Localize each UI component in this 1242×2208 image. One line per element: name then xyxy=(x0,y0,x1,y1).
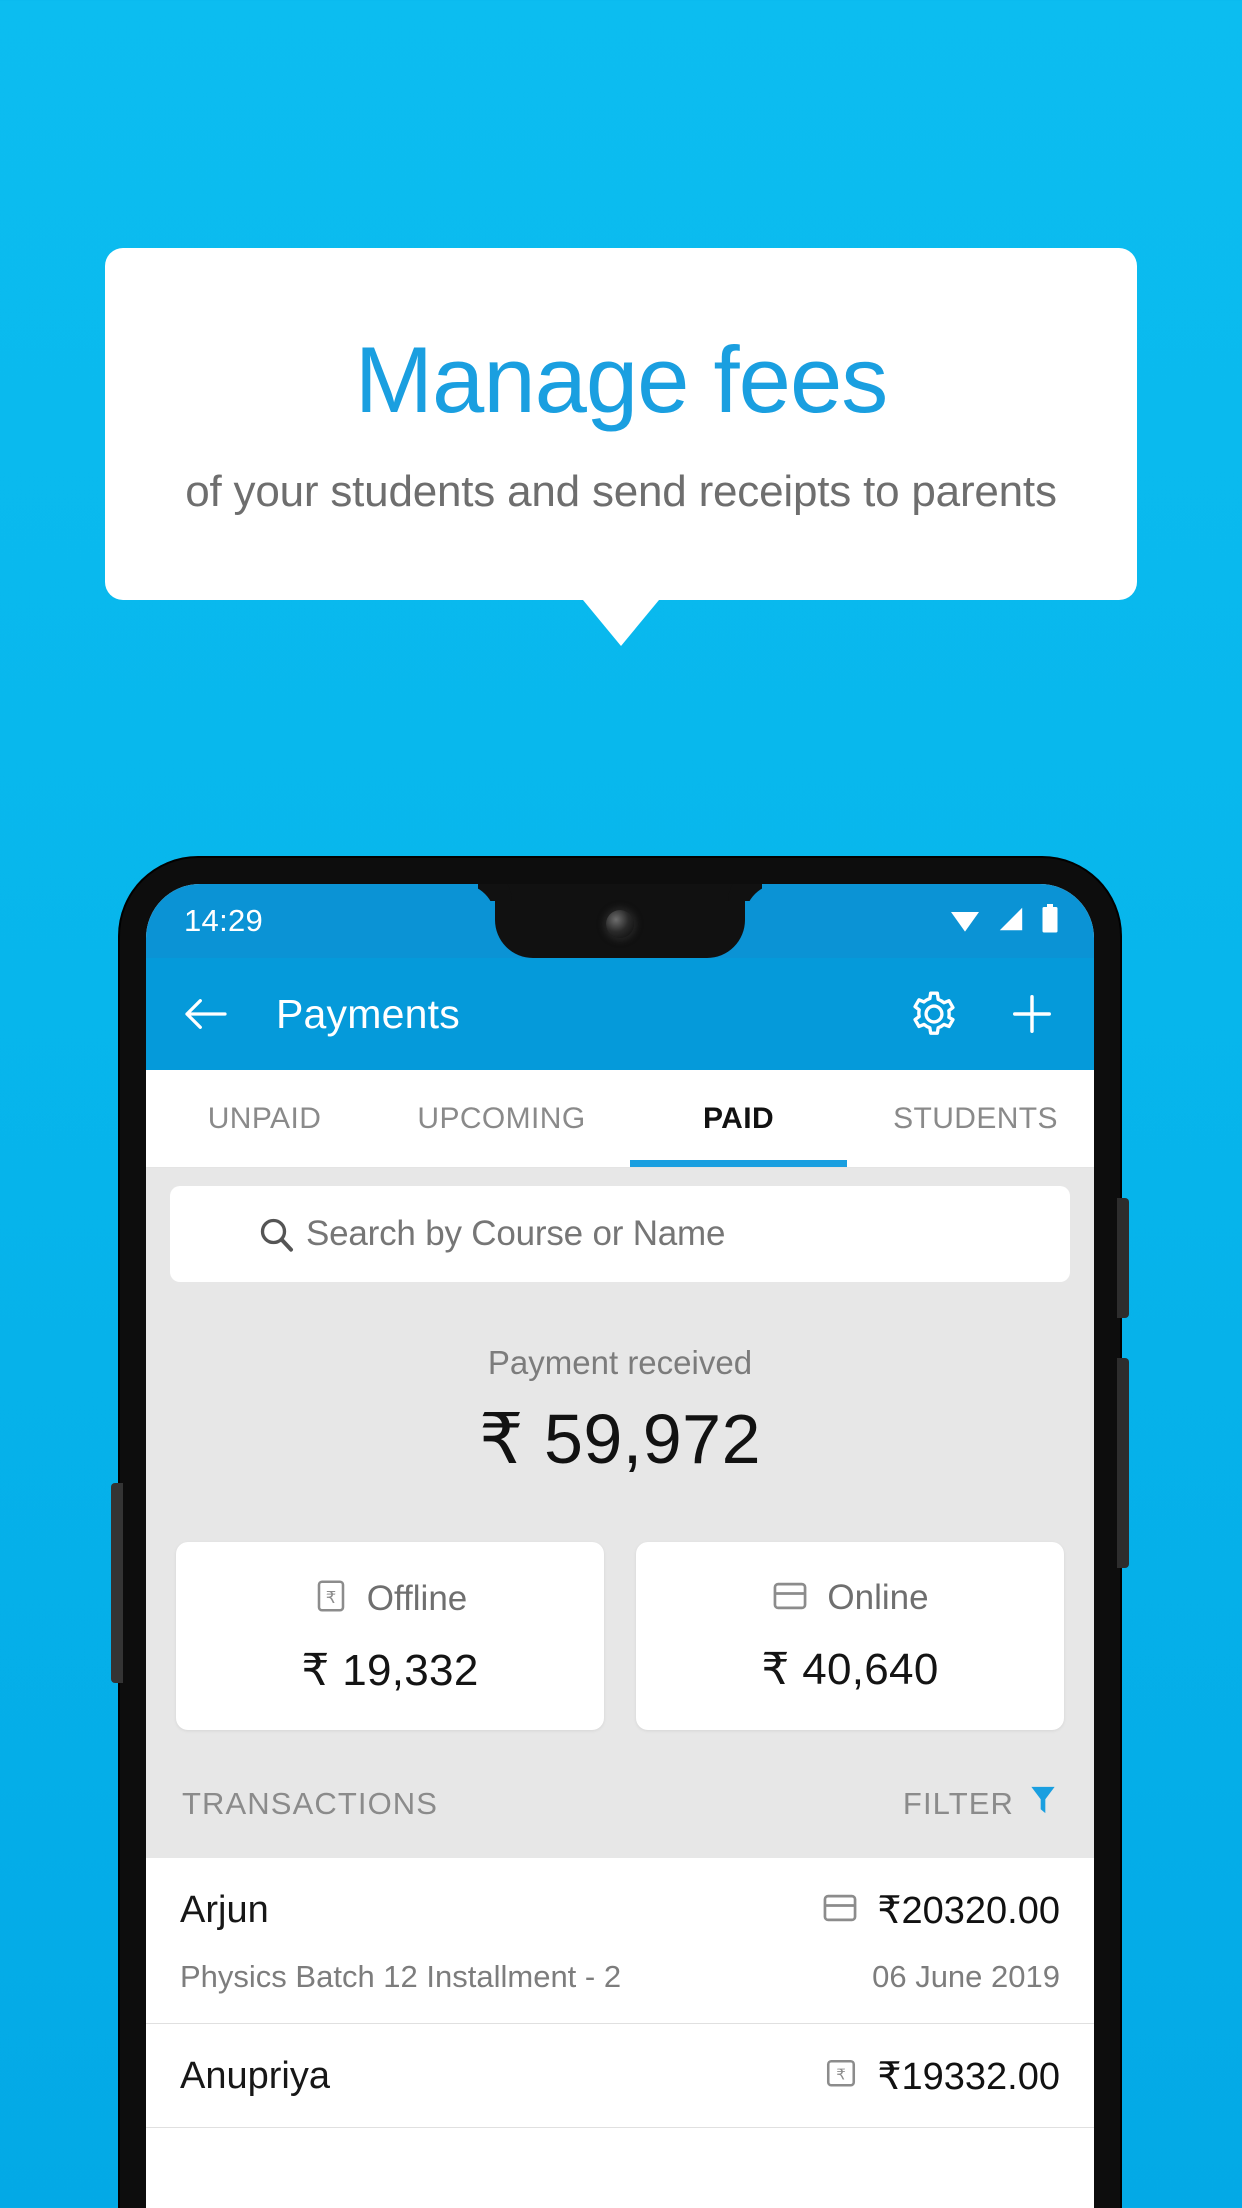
promo-title: Manage fees xyxy=(354,326,888,432)
credit-card-icon xyxy=(821,1891,859,1930)
credit-card-icon xyxy=(771,1579,809,1618)
transaction-date: 06 June 2019 xyxy=(872,1959,1060,1994)
payment-summary: Payment received ₹ 59,972 xyxy=(146,1282,1094,1480)
filter-label: FILTER xyxy=(902,1786,1014,1821)
phone-side-button-right-upper[interactable] xyxy=(1117,1198,1129,1318)
tab-bar: UNPAID UPCOMING PAID STUDENTS xyxy=(146,1070,1094,1168)
table-row[interactable]: Anupriya ₹ ₹19332.00 xyxy=(146,2024,1094,2128)
tab-unpaid[interactable]: UNPAID xyxy=(146,1070,383,1167)
filter-button[interactable]: FILTER xyxy=(903,1784,1058,1824)
table-row[interactable]: Arjun ₹20320.00 Physics Batch 12 Install… xyxy=(146,1858,1094,2024)
tab-upcoming[interactable]: UPCOMING xyxy=(383,1070,620,1167)
transactions-header: TRANSACTIONS FILTER xyxy=(146,1730,1094,1858)
front-camera-icon xyxy=(606,910,634,938)
funnel-icon xyxy=(1028,1784,1058,1824)
status-icons xyxy=(948,903,1060,939)
payment-received-label: Payment received xyxy=(487,1344,753,1381)
payment-method-cards: ₹ Offline ₹ 19,332 Online ₹ 40,640 xyxy=(146,1480,1094,1730)
promo-callout: Manage fees of your students and send re… xyxy=(105,248,1137,600)
phone-side-button-left[interactable] xyxy=(111,1483,123,1683)
offline-card-label: Offline xyxy=(366,1578,468,1618)
promo-callout-tail xyxy=(583,600,659,646)
transactions-list: Arjun ₹20320.00 Physics Batch 12 Install… xyxy=(146,1858,1094,2128)
phone-side-button-right-lower[interactable] xyxy=(1117,1358,1129,1568)
plus-icon[interactable] xyxy=(1004,986,1060,1042)
online-card-label: Online xyxy=(827,1578,929,1617)
svg-text:₹: ₹ xyxy=(837,2066,847,2084)
gear-icon[interactable] xyxy=(906,986,962,1042)
rupee-note-icon: ₹ xyxy=(313,1578,349,1619)
app-bar-title: Payments xyxy=(276,990,460,1037)
phone-screen: 14:29 Payments UNPAID UPCOMING PAID STUD… xyxy=(146,884,1094,2208)
status-bar: 14:29 xyxy=(146,884,1094,958)
payment-received-amount: ₹ 59,972 xyxy=(478,1400,762,1478)
tab-students[interactable]: STUDENTS xyxy=(857,1070,1094,1167)
phone-notch xyxy=(495,884,745,958)
content-area: Search by Course or Name Payment receive… xyxy=(146,1168,1094,2128)
search-placeholder: Search by Course or Name xyxy=(306,1214,726,1253)
tab-paid[interactable]: PAID xyxy=(620,1070,857,1167)
transaction-name: Arjun xyxy=(180,1889,269,1931)
app-bar: Payments xyxy=(146,958,1094,1070)
status-clock: 14:29 xyxy=(184,903,264,938)
wifi-icon xyxy=(948,905,982,938)
online-payment-card[interactable]: Online ₹ 40,640 xyxy=(636,1542,1064,1730)
search-input[interactable]: Search by Course or Name xyxy=(170,1186,1070,1282)
transaction-amount: ₹20320.00 xyxy=(877,1890,1060,1932)
offline-card-amount: ₹ 19,332 xyxy=(301,1646,479,1695)
online-card-amount: ₹ 40,640 xyxy=(761,1645,939,1694)
promo-subtitle: of your students and send receipts to pa… xyxy=(185,467,1057,517)
back-arrow-icon[interactable] xyxy=(178,986,234,1042)
battery-icon xyxy=(1040,903,1060,939)
rupee-note-icon: ₹ xyxy=(823,2057,859,2096)
search-icon xyxy=(256,1214,296,1254)
offline-payment-card[interactable]: ₹ Offline ₹ 19,332 xyxy=(176,1542,604,1730)
search-section: Search by Course or Name xyxy=(146,1168,1094,1282)
transaction-amount: ₹19332.00 xyxy=(877,2056,1060,2098)
transactions-title: TRANSACTIONS xyxy=(182,1786,439,1821)
transaction-description: Physics Batch 12 Installment - 2 xyxy=(180,1959,622,1994)
transaction-name: Anupriya xyxy=(180,2055,330,2097)
phone-device-frame: 14:29 Payments UNPAID UPCOMING PAID STUD… xyxy=(111,858,1129,2208)
signal-icon xyxy=(996,905,1026,938)
svg-text:₹: ₹ xyxy=(325,1588,336,1607)
